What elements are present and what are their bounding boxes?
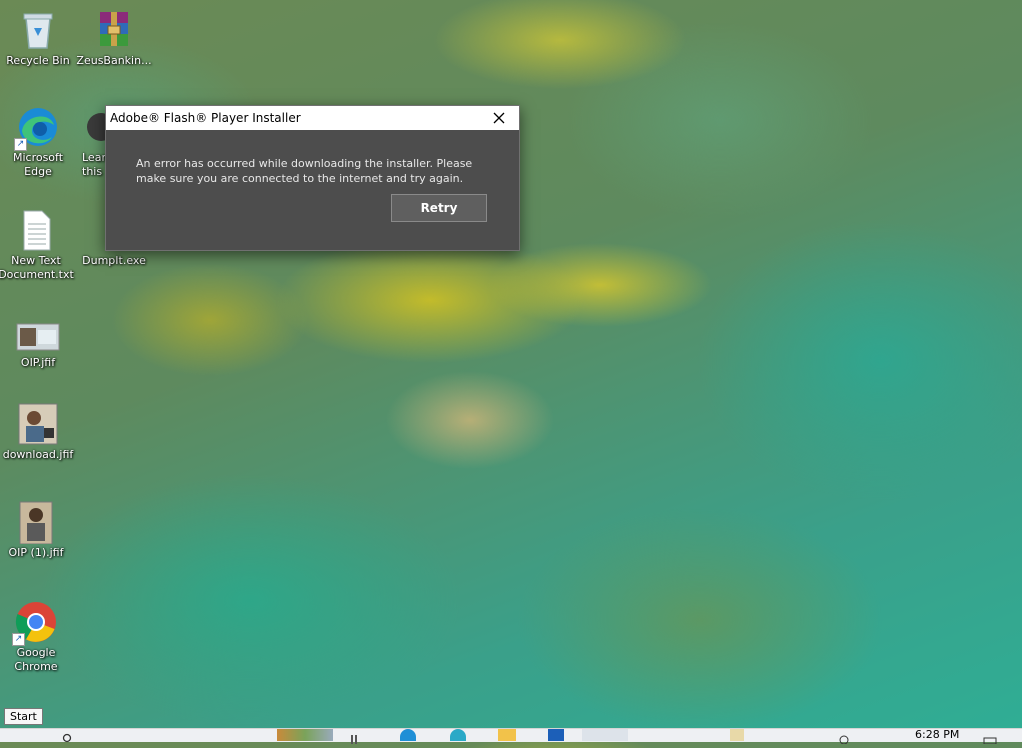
desktop-icon-recycle-bin[interactable]: Recycle Bin: [0, 8, 76, 68]
desktop-icon-chrome[interactable]: ↗ Google Chrome: [0, 600, 74, 674]
store-taskbar-icon[interactable]: [450, 729, 466, 741]
desktop-icon-zeusbanking[interactable]: ZeusBankin...: [76, 8, 152, 68]
text-file-icon: [14, 208, 58, 252]
task-view-icon[interactable]: [348, 729, 368, 744]
edge-icon: ↗: [14, 105, 60, 151]
mail-taskbar-icon[interactable]: [548, 729, 564, 741]
image-file-icon: [16, 402, 60, 446]
dialog-titlebar[interactable]: Adobe® Flash® Player Installer: [106, 106, 519, 130]
network-icon[interactable]: [838, 729, 850, 745]
shortcut-arrow-icon: ↗: [12, 633, 25, 646]
dialog-title: Adobe® Flash® Player Installer: [110, 111, 301, 125]
desktop-icon-oip-1[interactable]: OIP (1).jfif: [0, 500, 74, 560]
desktop-icon-label: Lear this: [82, 151, 106, 178]
desktop-icon-label: New Text Document.txt: [0, 254, 74, 281]
desktop-icon-label: OIP.jfif: [20, 356, 56, 369]
recycle-bin-icon: [16, 8, 60, 52]
search-icon[interactable]: [62, 729, 72, 743]
chrome-icon: ↗: [12, 600, 58, 646]
notification-icon[interactable]: [983, 729, 997, 745]
close-button[interactable]: [485, 107, 513, 129]
desktop-icon-label: download.jfif: [2, 448, 74, 461]
desktop-icon-learn[interactable]: Lear this: [70, 105, 110, 179]
desktop-icon-download[interactable]: download.jfif: [0, 402, 76, 462]
desktop-icon-label: Google Chrome: [14, 646, 58, 673]
desktop-icon-edge[interactable]: ↗ Microsoft Edge: [0, 105, 76, 179]
image-file-icon: [16, 320, 60, 354]
taskbar-app-icon[interactable]: [730, 729, 744, 741]
news-widget-icon[interactable]: [277, 729, 333, 741]
file-explorer-icon[interactable]: [498, 729, 516, 741]
app-icon: [75, 105, 110, 149]
desktop-icon-label: DumpIt.exe: [82, 254, 146, 267]
desktop-icon-label: Recycle Bin: [6, 54, 70, 67]
taskbar-clock[interactable]: 6:28 PM: [915, 729, 959, 741]
start-tooltip: Start: [4, 708, 43, 725]
retry-button[interactable]: Retry: [391, 194, 487, 222]
desktop-icon-label: ZeusBankin...: [76, 54, 152, 67]
desktop-icon-oip[interactable]: OIP.jfif: [0, 320, 76, 370]
desktop-icon-label: Microsoft Edge: [12, 151, 64, 178]
flash-installer-dialog: Adobe® Flash® Player Installer An error …: [105, 105, 520, 251]
taskbar-app-icon[interactable]: [582, 729, 628, 741]
image-file-icon: [14, 500, 58, 545]
close-icon: [493, 112, 505, 124]
desktop-icon-new-text-document[interactable]: New Text Document.txt: [0, 208, 74, 282]
desktop-icon-label: OIP (1).jfif: [8, 546, 64, 559]
shortcut-arrow-icon: ↗: [14, 138, 27, 151]
edge-taskbar-icon[interactable]: [400, 729, 416, 741]
error-message: An error has occurred while downloading …: [136, 157, 473, 185]
winrar-archive-icon: [92, 8, 136, 52]
